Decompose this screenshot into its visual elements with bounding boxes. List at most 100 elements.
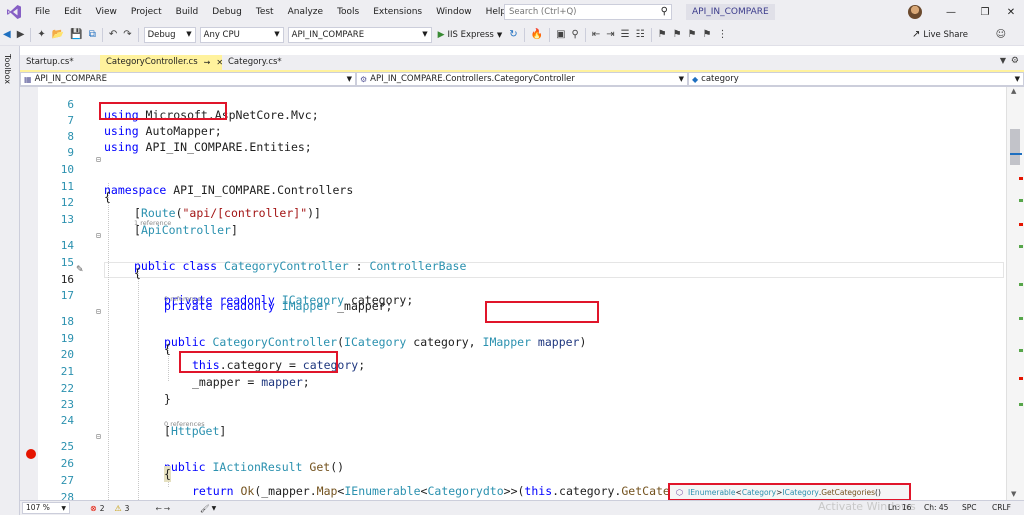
save-all-icon[interactable]: ⧉ [86, 24, 99, 46]
screenshot-icon[interactable]: ▣ [553, 24, 568, 46]
code-line: 16 ✎ private readonly ICategory category… [20, 262, 1006, 307]
code-line: 20 this.category = category; [20, 337, 1006, 372]
menu-window[interactable]: Window [429, 0, 479, 24]
minimize-icon[interactable]: — [934, 0, 968, 24]
back-icon[interactable]: ← [155, 504, 161, 513]
outdent-icon[interactable]: ⇤ [589, 24, 603, 46]
collapse-icon[interactable]: ⊟ [96, 228, 101, 244]
codelens-label[interactable]: 0 references [164, 420, 205, 429]
navigate-issues[interactable]: ← → [155, 504, 172, 513]
pin-icon[interactable]: ⇝ [204, 55, 211, 70]
visual-studio-logo-icon[interactable] [0, 0, 28, 24]
member-dropdown[interactable]: ◆ category ▼ [688, 72, 1024, 86]
search-box[interactable]: ⚲ [504, 4, 672, 20]
menu-extensions[interactable]: Extensions [366, 0, 429, 24]
tab-overflow-icon[interactable]: ▼ [1000, 56, 1006, 65]
error-count[interactable]: ⊗ 2 [90, 504, 104, 513]
menu-build[interactable]: Build [169, 0, 206, 24]
scroll-up-icon[interactable]: ▲ [1011, 87, 1016, 95]
collapse-icon[interactable]: ⊟ [96, 152, 101, 168]
type-dropdown-value: API_IN_COMPARE.Controllers.CategoryContr… [370, 74, 575, 84]
tooltip-text: ICategory [782, 487, 819, 497]
tooltip-text: () [875, 487, 881, 497]
vertical-scrollbar[interactable]: ▲ ▼ [1006, 87, 1024, 500]
toolbar-separator [650, 27, 652, 42]
type-dropdown[interactable]: ⚙ API_IN_COMPARE.Controllers.CategoryCon… [356, 72, 688, 86]
zoom-dropdown[interactable]: 107 % ▼ [22, 502, 70, 514]
menu-file[interactable]: File [28, 0, 57, 24]
codelens-label[interactable]: 0 references [164, 295, 205, 304]
back-icon[interactable]: ◀ [0, 24, 14, 46]
code-line: 22 } [20, 371, 1006, 406]
menu-project[interactable]: Project [124, 0, 169, 24]
change-marker [1019, 283, 1023, 286]
menu-view[interactable]: View [89, 0, 124, 24]
run-button[interactable]: ▶ IIS Express ▼ [434, 30, 507, 40]
warning-count[interactable]: ⚠ 3 [114, 504, 129, 513]
menu-test[interactable]: Test [249, 0, 281, 24]
chevron-down-icon: ▼ [678, 75, 684, 83]
menu-edit[interactable]: Edit [57, 0, 88, 24]
codelens-references[interactable]: 0 references [20, 420, 1006, 429]
solution-platform-dropdown[interactable]: Any CPU ▼ [199, 26, 284, 43]
uncomment-icon[interactable]: ☷ [633, 24, 648, 46]
project-dropdown[interactable]: ▦ API_IN_COMPARE ▼ [20, 72, 356, 86]
code-line: 6 using Microsoft.AspNetCore.Mvc; [20, 87, 1006, 122]
comment-icon[interactable]: ☰ [618, 24, 633, 46]
toolbar-overflow-icon[interactable]: ⋮ [714, 24, 730, 46]
undo-icon[interactable]: ↶ [106, 24, 120, 46]
close-icon[interactable]: ✕ [994, 0, 1024, 24]
toolbox-tab[interactable]: Toolbox [3, 54, 12, 84]
browser-link-icon[interactable]: 🔥 [528, 24, 546, 46]
highlight-mapper-assignment [179, 351, 338, 373]
next-bookmark-icon[interactable]: ⚑ [685, 24, 700, 46]
indent-icon[interactable]: ⇥ [603, 24, 617, 46]
whitespace-indicator[interactable]: SPC [962, 501, 977, 515]
codelens-label[interactable]: 1 reference [134, 219, 171, 228]
clear-bookmarks-icon[interactable]: ⚑ [700, 24, 715, 46]
feedback-icon[interactable]: ☺ [996, 24, 1006, 46]
collapse-icon[interactable]: ⊟ [96, 429, 101, 445]
solution-configuration-dropdown[interactable]: Debug ▼ [143, 26, 196, 43]
code-line: 11 { [20, 169, 1006, 204]
redo-icon[interactable]: ↷ [120, 24, 134, 46]
forward-icon[interactable]: ▶ [14, 24, 28, 46]
find-icon[interactable]: ⚲ [569, 24, 582, 46]
tab-startup-cs[interactable]: Startup.cs* [20, 55, 100, 70]
search-input[interactable] [509, 7, 654, 17]
startup-project-value: API_IN_COMPARE [291, 29, 365, 40]
code-line: 15 { [20, 245, 1006, 280]
refresh-icon[interactable]: ↻ [506, 24, 520, 46]
code-cleanup[interactable]: 🖌 ▼ [200, 504, 216, 513]
change-marker [1019, 403, 1023, 406]
search-icon[interactable]: ⚲ [661, 6, 668, 17]
prev-bookmark-icon[interactable]: ⚑ [670, 24, 685, 46]
bookmark-icon[interactable]: ⚑ [655, 24, 670, 46]
chevron-down-icon: ▼ [274, 29, 280, 38]
line-ending-indicator[interactable]: CRLF [992, 501, 1011, 515]
new-project-icon[interactable]: ✦ [34, 24, 48, 46]
standard-toolbar: ◀ ▶ ✦ 📂 💾 ⧉ ↶ ↷ Debug ▼ Any CPU ▼ API_IN… [0, 24, 1024, 46]
forward-icon[interactable]: → [164, 504, 170, 513]
startup-project-dropdown[interactable]: API_IN_COMPARE ▼ [287, 26, 432, 43]
gear-icon[interactable]: ⚙ [1011, 56, 1019, 66]
codelens-references[interactable]: 1 reference [20, 219, 1006, 228]
menu-analyze[interactable]: Analyze [281, 0, 330, 24]
live-share-button[interactable]: ↗ Live Share [912, 24, 968, 46]
scrollbar-thumb[interactable] [1010, 129, 1020, 165]
tab-category-cs[interactable]: Category.cs* [222, 55, 302, 70]
menu-debug[interactable]: Debug [205, 0, 249, 24]
chevron-down-icon: ▼ [1014, 75, 1020, 83]
tab-category-controller-cs[interactable]: CategoryController.cs ⇝ ✕ [100, 55, 223, 70]
code-editor[interactable]: 6 using Microsoft.AspNetCore.Mvc; 7 usin… [20, 87, 1006, 500]
open-file-icon[interactable]: 📂 [49, 24, 67, 46]
save-icon[interactable]: 💾 [67, 24, 85, 46]
class-icon: ⚙ [360, 74, 368, 84]
scroll-down-icon[interactable]: ▼ [1011, 490, 1016, 498]
code-line: 26 { [20, 446, 1006, 482]
field-icon: ◆ [692, 74, 699, 84]
user-avatar[interactable] [908, 5, 922, 19]
code-line: 8 using API_IN_COMPARE.Entities; [20, 119, 1006, 154]
menu-tools[interactable]: Tools [330, 0, 366, 24]
collapse-icon[interactable]: ⊟ [96, 304, 101, 320]
